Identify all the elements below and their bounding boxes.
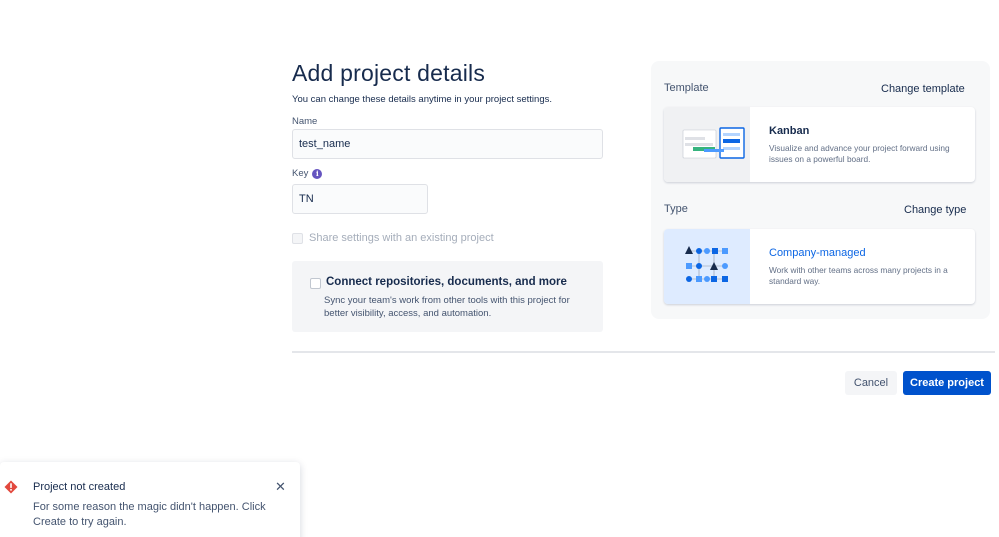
close-icon[interactable]: ✕	[275, 479, 286, 495]
footer-divider	[292, 351, 995, 353]
cancel-button[interactable]: Cancel	[845, 371, 897, 395]
name-label: Name	[292, 116, 318, 127]
key-input-value: TN	[299, 193, 314, 205]
kanban-illustration	[664, 107, 750, 182]
template-card-kanban[interactable]: Kanban Visualize and advance your projec…	[664, 107, 975, 182]
template-label: Template	[664, 82, 709, 94]
type-card-company-managed[interactable]: Company-managed Work with other teams ac…	[664, 229, 975, 304]
info-icon[interactable]: i	[312, 168, 323, 179]
template-card-title: Kanban	[769, 125, 810, 137]
page-title: Add project details	[292, 60, 486, 86]
project-config-panel: Template Change template Kanban Visualiz…	[651, 61, 990, 319]
type-label: Type	[664, 203, 688, 215]
type-card-title: Company-managed	[769, 247, 866, 259]
connect-tools-checkbox[interactable]	[310, 278, 321, 289]
create-project-button[interactable]: Create project	[903, 371, 991, 395]
toast-title: Project not created	[33, 481, 126, 493]
error-toast: Project not created ✕ For some reason th…	[0, 462, 300, 537]
team-network-icon	[685, 246, 728, 282]
change-type-link[interactable]: Change type	[904, 204, 966, 216]
share-settings-label: Share settings with an existing project	[309, 232, 494, 244]
toast-description: For some reason the magic didn't happen.…	[33, 501, 266, 528]
company-managed-illustration	[664, 229, 750, 304]
key-label-row: Key i	[292, 168, 323, 179]
key-input[interactable]: TN	[292, 184, 428, 214]
share-settings-checkbox	[292, 232, 303, 244]
change-template-link[interactable]: Change template	[881, 83, 965, 95]
create-project-page: Add project details You can change these…	[0, 0, 999, 537]
share-settings-option: Share settings with an existing project	[292, 232, 494, 244]
connect-tools-description: Sync your team's work from other tools w…	[324, 295, 570, 319]
name-input-value: test_name	[299, 138, 351, 150]
type-card-description: Work with other teams across many projec…	[769, 265, 948, 286]
kanban-board-icon	[682, 127, 745, 159]
page-subtitle: You can change these details anytime in …	[292, 94, 553, 105]
connect-tools-title: Connect repositories, documents, and mor…	[326, 276, 567, 288]
key-label: Key	[292, 168, 309, 179]
error-icon	[4, 480, 18, 494]
name-input[interactable]: test_name	[292, 129, 603, 159]
template-card-description: Visualize and advance your project forwa…	[769, 143, 950, 164]
connect-tools-box: Connect repositories, documents, and mor…	[292, 261, 603, 332]
